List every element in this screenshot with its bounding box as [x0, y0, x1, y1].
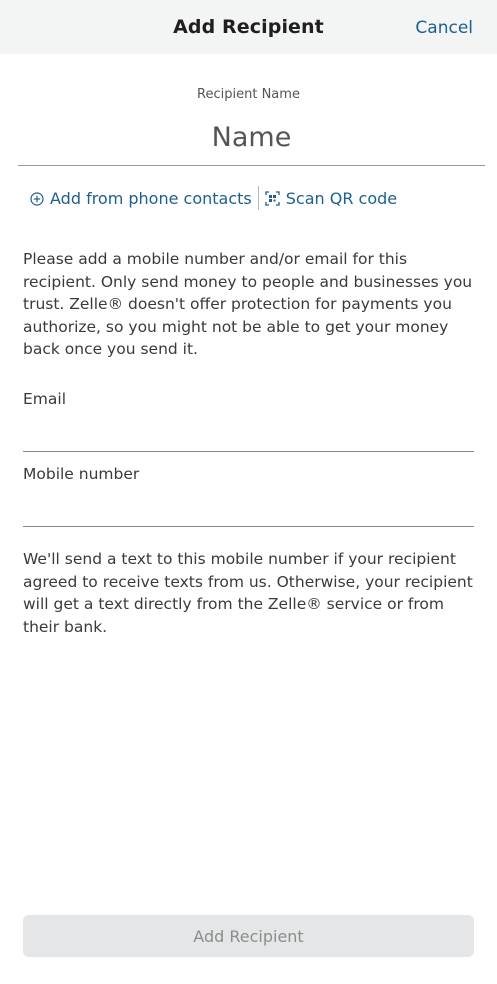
- recipient-notice-text: Please add a mobile number and/or email …: [23, 250, 473, 358]
- header-bar: Add Recipient Cancel: [0, 0, 497, 54]
- add-recipient-button[interactable]: Add Recipient: [23, 915, 474, 957]
- recipient-name-label: Recipient Name: [197, 87, 300, 102]
- mobile-number-field[interactable]: [23, 497, 474, 527]
- scan-qr-button[interactable]: Scan QR code: [265, 189, 397, 208]
- contact-options-row: Add from phone contacts Scan QR code: [30, 185, 397, 211]
- mobile-number-label: Mobile number: [23, 465, 140, 483]
- add-from-contacts-label: Add from phone contacts: [50, 188, 252, 208]
- email-field[interactable]: [23, 422, 474, 452]
- scan-qr-label: Scan QR code: [285, 188, 398, 208]
- sms-notice-text: We'll send a text to this mobile number …: [23, 550, 473, 636]
- link-divider: [257, 186, 259, 210]
- recipient-name-input[interactable]: [18, 110, 485, 166]
- qr-scan-icon: [265, 190, 280, 206]
- plus-circle-icon: [30, 191, 44, 206]
- add-recipient-screen: Add Recipient Cancel Recipient Name Add …: [0, 0, 497, 984]
- cancel-button[interactable]: Cancel: [415, 18, 473, 38]
- email-label: Email: [23, 390, 67, 408]
- add-from-contacts-button[interactable]: Add from phone contacts: [30, 189, 252, 208]
